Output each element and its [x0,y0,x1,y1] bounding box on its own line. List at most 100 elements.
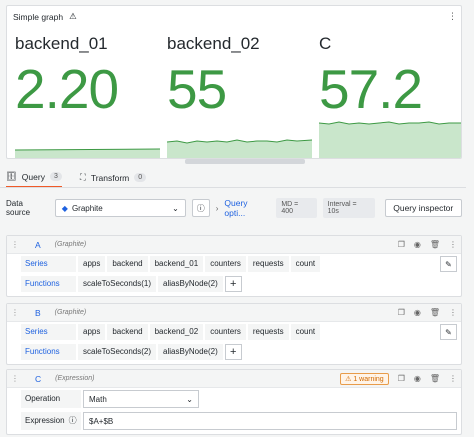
function-chip[interactable]: aliasByNode(2) [158,276,223,292]
query-inspector-button[interactable]: Query inspector [384,199,462,217]
function-chip[interactable]: scaleToSeconds(1) [78,276,157,292]
functions-label: Functions [21,276,76,292]
info-icon: ⓘ [196,203,205,213]
series-segment[interactable]: count [290,324,321,340]
sparkline [319,121,461,158]
query-source: (Graphite) [54,309,87,316]
drag-icon[interactable]: ⋮ [449,374,457,383]
query-header[interactable]: ⋮ A (Graphite) ❐ ◉ 🗑 ⋮ [7,236,461,254]
expression-input[interactable]: $A+$B [83,412,457,430]
query-editor: 🗄 Query 3 ⛶ Transform 0 Data source ◆ Gr… [0,167,466,437]
datasource-help-button[interactable]: ⓘ [191,199,210,217]
query-header[interactable]: ⋮ C (Expression) ⚠ 1 warning ❐ ◉ 🗑 ⋮ [7,370,461,388]
tab-transform[interactable]: ⛶ Transform 0 [79,172,147,187]
drag-handle-icon[interactable]: ⋮ [11,308,19,317]
panel-menu-icon[interactable]: ⋮ [448,11,457,22]
duplicate-icon[interactable]: ❐ [398,374,405,383]
stat-backend-01: backend_01 2.20 [15,29,160,158]
operation-row: Operation Math ⌄ [7,388,461,410]
series-segment[interactable]: requests [247,256,289,272]
series-segment[interactable]: apps [78,256,106,272]
functions-row: Functions scaleToSeconds(1) aliasByNode(… [7,274,461,296]
series-segment[interactable]: count [290,256,321,272]
trash-icon[interactable]: 🗑 [430,308,440,317]
stat-c: C 57.2 [319,29,461,158]
query-row-c: ⋮ C (Expression) ⚠ 1 warning ❐ ◉ 🗑 ⋮ Ope… [6,369,462,435]
function-chip[interactable]: scaleToSeconds(2) [78,344,157,360]
series-segment[interactable]: backend_01 [149,256,204,272]
stat-value: 55 [167,58,227,120]
tab-query[interactable]: 🗄 Query 3 [6,171,62,188]
function-chip[interactable]: aliasByNode(2) [158,344,223,360]
series-segment[interactable]: counters [205,256,246,272]
tab-label: Transform [90,172,130,183]
query-row-a: ⋮ A (Graphite) ❐ ◉ 🗑 ⋮ Series apps backe… [6,235,462,297]
query-source: (Expression) [55,375,95,382]
chevron-down-icon: ⌄ [172,203,179,213]
eye-icon[interactable]: ◉ [414,240,421,249]
query-actions: ❐ ◉ 🗑 ⋮ [398,308,457,317]
drag-handle-icon[interactable]: ⋮ [11,240,19,249]
edit-query-button[interactable]: ✎ [440,324,457,340]
panel-header[interactable]: Simple graph ⚠ [13,11,77,22]
query-source: (Graphite) [54,241,87,248]
warning-badge[interactable]: ⚠ 1 warning [340,372,389,385]
operation-select[interactable]: Math ⌄ [83,390,199,408]
drag-icon[interactable]: ⋮ [449,308,457,317]
database-icon: 🗄 [6,171,17,181]
drag-icon[interactable]: ⋮ [449,240,457,249]
query-header[interactable]: ⋮ B (Graphite) ❐ ◉ 🗑 ⋮ [7,304,461,322]
interval: Interval = 10s [322,198,375,218]
add-function-button[interactable]: + [224,344,242,360]
datasource-row: Data source ◆ Graphite ⌄ ⓘ › Query opti.… [6,198,462,218]
add-function-button[interactable]: + [224,276,242,292]
max-data-points: MD = 400 [276,198,317,218]
series-segment[interactable]: backend [107,256,148,272]
series-label: Series [21,324,76,340]
functions-row: Functions scaleToSeconds(2) aliasByNode(… [7,342,461,364]
duplicate-icon[interactable]: ❐ [398,240,405,249]
series-label: Series [21,256,76,272]
duplicate-icon[interactable]: ❐ [398,308,405,317]
tab-count-badge: 0 [134,173,147,182]
series-segment[interactable]: backend_02 [149,324,204,340]
series-segment[interactable]: counters [205,324,246,340]
stat-name: backend_02 [167,34,260,53]
chevron-down-icon: ⌄ [186,394,193,404]
edit-query-button[interactable]: ✎ [440,256,457,272]
stat-name: C [319,34,332,53]
trash-icon[interactable]: 🗑 [430,374,440,383]
query-letter[interactable]: B [35,308,41,318]
editor-tabs: 🗄 Query 3 ⛶ Transform 0 [6,171,147,188]
series-segment[interactable]: apps [78,324,106,340]
query-actions: ❐ ◉ 🗑 ⋮ [398,240,457,249]
eye-icon[interactable]: ◉ [414,374,421,383]
stat-value: 57.2 [319,58,423,120]
tab-count-badge: 3 [49,172,62,181]
operation-value: Math [89,394,107,404]
warning-icon[interactable]: ⚠ [69,11,77,22]
query-letter[interactable]: C [35,374,41,384]
info-icon[interactable]: ⓘ [69,412,77,430]
trash-icon[interactable]: 🗑 [430,240,440,249]
panel-resize-handle[interactable] [185,159,305,164]
panel: Simple graph ⚠ ⋮ backend_01 2.20 backend… [6,5,462,159]
warning-text: 1 warning [353,375,384,383]
query-options-link[interactable]: Query opti... [224,198,270,218]
datasource-select[interactable]: ◆ Graphite ⌄ [54,199,186,217]
expression-value: $A+$B [89,416,114,426]
series-segment[interactable]: backend [107,324,148,340]
panel-title[interactable]: Simple graph [13,12,63,22]
stat-backend-02: backend_02 55 [167,29,312,158]
expression-label: Expression [25,416,65,425]
series-segment[interactable]: requests [247,324,289,340]
drag-handle-icon[interactable]: ⋮ [11,374,19,383]
expression-label-wrap: Expression ⓘ [21,412,81,430]
tabs-divider [0,187,466,188]
eye-icon[interactable]: ◉ [414,308,421,317]
query-letter[interactable]: A [35,240,41,250]
series-row: Series apps backend backend_01 counters … [7,254,461,274]
functions-label: Functions [21,344,76,360]
query-actions: ⚠ 1 warning ❐ ◉ 🗑 ⋮ [340,372,457,385]
transform-icon: ⛶ [79,172,86,182]
